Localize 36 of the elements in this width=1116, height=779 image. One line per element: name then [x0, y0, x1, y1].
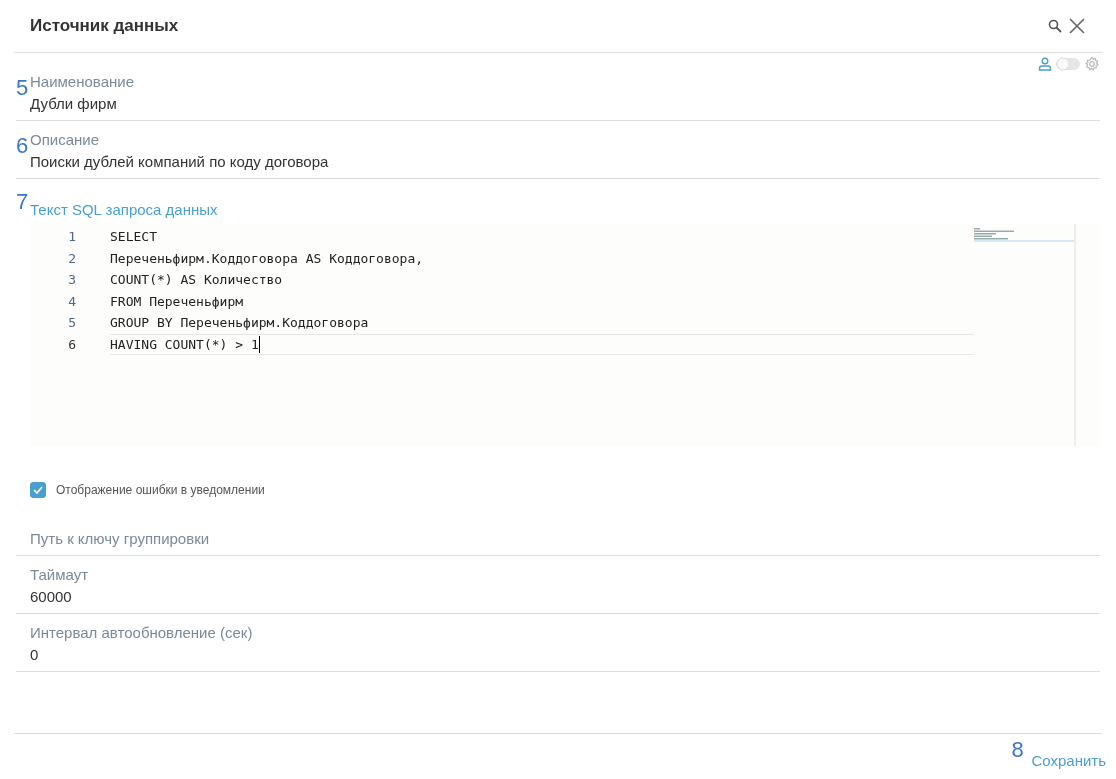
toggle-switch[interactable] — [1056, 57, 1080, 71]
field-label: Наименование — [30, 73, 134, 90]
field-value[interactable]: 60000 — [30, 588, 1100, 605]
field-label: Текст SQL запроса данных — [30, 201, 218, 218]
code-line: HAVING COUNT(*) > 1 — [110, 333, 974, 355]
code-line: COUNT(*) AS Количество — [110, 271, 284, 290]
field-value[interactable]: 0 — [30, 646, 1100, 663]
line-number: 6 — [67, 336, 77, 352]
search-icon[interactable] — [1048, 19, 1062, 33]
callout-number: 6 — [16, 135, 30, 160]
user-icon[interactable] — [1038, 57, 1052, 71]
callout-number: 7 — [16, 191, 30, 216]
check-icon — [33, 486, 43, 494]
checkbox[interactable] — [30, 482, 46, 498]
code-line: SELECT — [110, 228, 158, 247]
line-number: 3 — [67, 272, 77, 288]
callout-number: 5 — [16, 77, 30, 102]
close-icon[interactable] — [1068, 17, 1086, 35]
field-value[interactable]: Поиски дублей компаний по коду договора — [30, 153, 329, 170]
field-label: Интервал автообновление (сек) — [30, 624, 254, 641]
callout-number: 8 — [1011, 739, 1025, 761]
line-number: 5 — [67, 315, 77, 331]
field-label: Таймаут — [30, 566, 90, 583]
line-number: 1 — [67, 229, 77, 245]
code-line: FROM Переченьфирм — [110, 292, 245, 311]
window-title: Источник данных — [30, 16, 180, 36]
field-value[interactable]: Дубли фирм — [30, 95, 134, 112]
code-line: GROUP BY Переченьфирм.Коддоговора — [110, 314, 370, 333]
input-field[interactable]: Путь к ключу группировки — [30, 530, 1100, 547]
field-label: Описание — [30, 131, 101, 148]
settings-icon[interactable] — [1084, 56, 1100, 72]
line-number: 2 — [67, 250, 77, 266]
line-number: 4 — [67, 293, 77, 309]
text-cursor — [258, 335, 261, 353]
code-line: Переченьфирм.Коддоговора AS Коддоговора, — [110, 249, 425, 268]
checkbox-label: Отображение ошибки в уведомлении — [56, 483, 265, 497]
